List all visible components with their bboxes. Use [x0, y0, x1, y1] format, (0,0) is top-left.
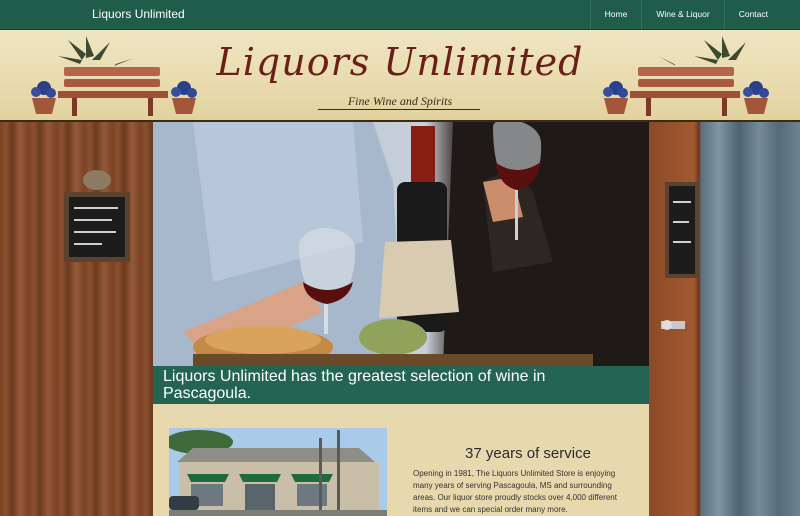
nav-links: Home Wine & Liquor Contact [589, 0, 800, 29]
nav-wine-liquor-link[interactable]: Wine & Liquor [641, 0, 723, 29]
hero-image [153, 122, 649, 366]
logo-subtitle: Fine Wine and Spirits [347, 94, 453, 108]
top-nav: Liquors Unlimited Home Wine & Liquor Con… [0, 0, 800, 30]
logo-title: Liquors Unlimited [216, 40, 584, 84]
door-latch-icon [661, 320, 685, 330]
chalkboard-sign-left-image [64, 170, 130, 262]
service-heading: 37 years of service [465, 445, 591, 462]
service-description: Opening in 1981, The Liquors Unlimited S… [413, 469, 617, 514]
store-building-image [169, 428, 387, 516]
chalkboard-sign-right-image [665, 182, 699, 278]
header-banner: Liquors Unlimited Fine Wine and Spirits [0, 30, 800, 122]
left-wood-background [0, 122, 153, 516]
store-front-photo [169, 428, 387, 516]
logo-divider [318, 109, 480, 110]
nav-contact-link[interactable]: Contact [723, 0, 800, 29]
nav-home-link[interactable]: Home [589, 0, 642, 29]
site-brand[interactable]: Liquors Unlimited [92, 7, 185, 21]
hero-caption-bar: Liquors Unlimited has the greatest selec… [153, 366, 649, 404]
hero-caption: Liquors Unlimited has the greatest selec… [163, 368, 546, 402]
wine-pouring-photo [153, 122, 649, 366]
right-barrel-background [649, 122, 800, 516]
about-section: 37 years of service Opening in 1981, The… [153, 404, 649, 516]
